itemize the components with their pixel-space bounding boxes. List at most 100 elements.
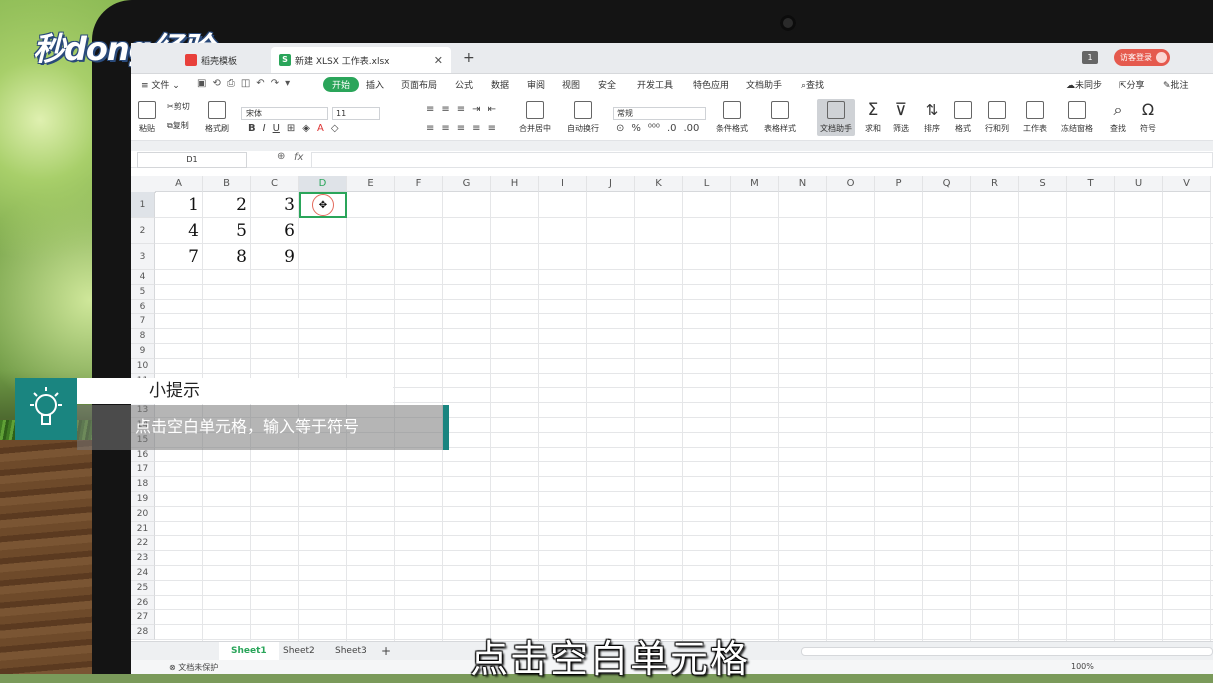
horizontal-scrollbar[interactable] xyxy=(801,647,1213,656)
redo-icon[interactable]: ↷ xyxy=(271,78,279,89)
find-button[interactable]: ⌕ 查找 xyxy=(1110,101,1126,134)
sort-button[interactable]: ⇅ 排序 xyxy=(924,101,940,134)
column-header-R[interactable]: R xyxy=(971,176,1019,192)
italic-button[interactable]: I xyxy=(263,123,266,134)
column-header-U[interactable]: U xyxy=(1115,176,1163,192)
column-header-G[interactable]: G xyxy=(443,176,491,192)
window-count-badge[interactable]: 1 xyxy=(1082,51,1098,64)
row-header-28[interactable]: 28 xyxy=(131,625,155,640)
worksheet-button[interactable]: 工作表 xyxy=(1023,101,1047,134)
row-header-26[interactable]: 26 xyxy=(131,595,155,611)
row-header-9[interactable]: 9 xyxy=(131,344,155,359)
sync-button[interactable]: ☁未同步 xyxy=(1066,78,1102,91)
row-header-8[interactable]: 8 xyxy=(131,329,155,344)
tab-file[interactable]: S 新建 XLSX 工作表.xlsx ✕ xyxy=(271,47,451,73)
column-header-B[interactable]: B xyxy=(203,176,251,192)
decrease-decimal-icon[interactable]: .00 xyxy=(683,123,699,134)
percent-icon[interactable]: % xyxy=(631,123,641,134)
cell-B3[interactable]: 8 xyxy=(203,247,251,269)
tab-page-layout[interactable]: 页面布局 xyxy=(401,78,437,91)
doc-helper-button[interactable]: 文档助手 xyxy=(817,99,855,136)
wrap-text-button[interactable]: 自动换行 xyxy=(567,101,599,134)
sum-button[interactable]: Σ 求和 xyxy=(865,101,881,134)
undo-icon[interactable]: ↶ xyxy=(256,78,264,89)
align-left-icon[interactable]: ≡ xyxy=(426,123,434,134)
column-header-A[interactable]: A xyxy=(155,176,203,192)
border-icon[interactable]: ⊞ xyxy=(287,123,295,134)
row-header-18[interactable]: 18 xyxy=(131,477,155,492)
column-header-V[interactable]: V xyxy=(1163,176,1211,192)
number-format-select[interactable]: 常规 xyxy=(613,107,706,120)
font-size-select[interactable]: 11 xyxy=(332,107,380,120)
column-header-S[interactable]: S xyxy=(1019,176,1067,192)
font-color-icon[interactable]: A xyxy=(317,123,324,134)
tab-formula[interactable]: 公式 xyxy=(455,78,473,91)
close-icon[interactable]: ✕ xyxy=(434,54,443,67)
cell-A3[interactable]: 7 xyxy=(155,247,203,269)
row-header-10[interactable]: 10 xyxy=(131,358,155,374)
format-painter-button[interactable]: 格式刷 xyxy=(205,101,229,134)
column-header-T[interactable]: T xyxy=(1067,176,1115,192)
share-button[interactable]: ⇱分享 xyxy=(1119,78,1145,91)
clear-icon[interactable]: ◇ xyxy=(331,123,339,134)
cell-C1[interactable]: 3 xyxy=(251,195,299,217)
table-style-button[interactable]: 表格样式 xyxy=(764,101,796,134)
column-header-M[interactable]: M xyxy=(731,176,779,192)
justify-icon[interactable]: ≡ xyxy=(472,123,480,134)
column-header-P[interactable]: P xyxy=(875,176,923,192)
align-top-icon[interactable]: ≡ xyxy=(426,104,434,115)
font-family-select[interactable]: 宋体 xyxy=(241,107,328,120)
row-header-25[interactable]: 25 xyxy=(131,580,155,596)
tab-developer[interactable]: 开发工具 xyxy=(637,78,673,91)
print-icon[interactable]: ⎙ xyxy=(227,78,235,89)
cell-A2[interactable]: 4 xyxy=(155,221,203,243)
row-header-2[interactable]: 2 xyxy=(131,218,155,244)
row-header-5[interactable]: 5 xyxy=(131,284,155,300)
preview-icon[interactable]: ◫ xyxy=(241,78,250,89)
cell-B2[interactable]: 5 xyxy=(203,221,251,243)
row-header-4[interactable]: 4 xyxy=(131,270,155,285)
align-right-icon[interactable]: ≡ xyxy=(457,123,465,134)
login-button[interactable]: 访客登录 xyxy=(1114,49,1170,66)
dropdown-icon[interactable]: ▾ xyxy=(285,78,290,89)
copy-button[interactable]: ⧉复制 xyxy=(167,120,189,131)
column-header-F[interactable]: F xyxy=(395,176,443,192)
row-header-1[interactable]: 1 xyxy=(131,192,155,218)
cell-B1[interactable]: 2 xyxy=(203,195,251,217)
thousands-icon[interactable]: ⁰⁰⁰ xyxy=(648,123,660,134)
bold-button[interactable]: B xyxy=(248,123,256,134)
paste-button[interactable]: 粘贴 xyxy=(138,101,156,134)
column-header-O[interactable]: O xyxy=(827,176,875,192)
row-header-20[interactable]: 20 xyxy=(131,506,155,522)
column-header-H[interactable]: H xyxy=(491,176,539,192)
currency-icon[interactable]: ⊙ xyxy=(616,123,624,134)
symbol-button[interactable]: Ω 符号 xyxy=(1140,101,1156,134)
align-center-icon[interactable]: ≡ xyxy=(441,123,449,134)
merge-center-button[interactable]: 合并居中 xyxy=(519,101,551,134)
file-menu[interactable]: ≡ 文件 ⌄ xyxy=(141,78,180,91)
cell-C3[interactable]: 9 xyxy=(251,247,299,269)
row-header-27[interactable]: 27 xyxy=(131,610,155,626)
column-header-C[interactable]: C xyxy=(251,176,299,192)
row-header-6[interactable]: 6 xyxy=(131,299,155,315)
cut-button[interactable]: ✂剪切 xyxy=(167,101,190,112)
format-button[interactable]: 格式 xyxy=(954,101,972,134)
column-header-K[interactable]: K xyxy=(635,176,683,192)
formula-input[interactable] xyxy=(311,152,1213,168)
row-header-21[interactable]: 21 xyxy=(131,521,155,537)
row-header-3[interactable]: 3 xyxy=(131,244,155,270)
column-header-E[interactable]: E xyxy=(347,176,395,192)
tab-insert[interactable]: 插入 xyxy=(366,78,384,91)
save-icon[interactable]: ▣ xyxy=(197,78,206,89)
fx-icon[interactable]: fx xyxy=(294,152,303,163)
column-header-D[interactable]: D xyxy=(299,176,347,192)
underline-button[interactable]: U xyxy=(273,123,280,134)
add-sheet-button[interactable]: + xyxy=(369,642,403,660)
protect-status[interactable]: ⊗ 文档未保护 xyxy=(169,662,218,673)
comment-button[interactable]: ✎批注 xyxy=(1163,78,1189,91)
increase-decimal-icon[interactable]: .0 xyxy=(667,123,677,134)
search-menu[interactable]: ⌕查找 xyxy=(801,78,824,91)
rowcol-button[interactable]: 行和列 xyxy=(985,101,1009,134)
outdent-icon[interactable]: ⇤ xyxy=(488,104,496,115)
zoom-icon[interactable]: ⊕ xyxy=(277,151,285,162)
